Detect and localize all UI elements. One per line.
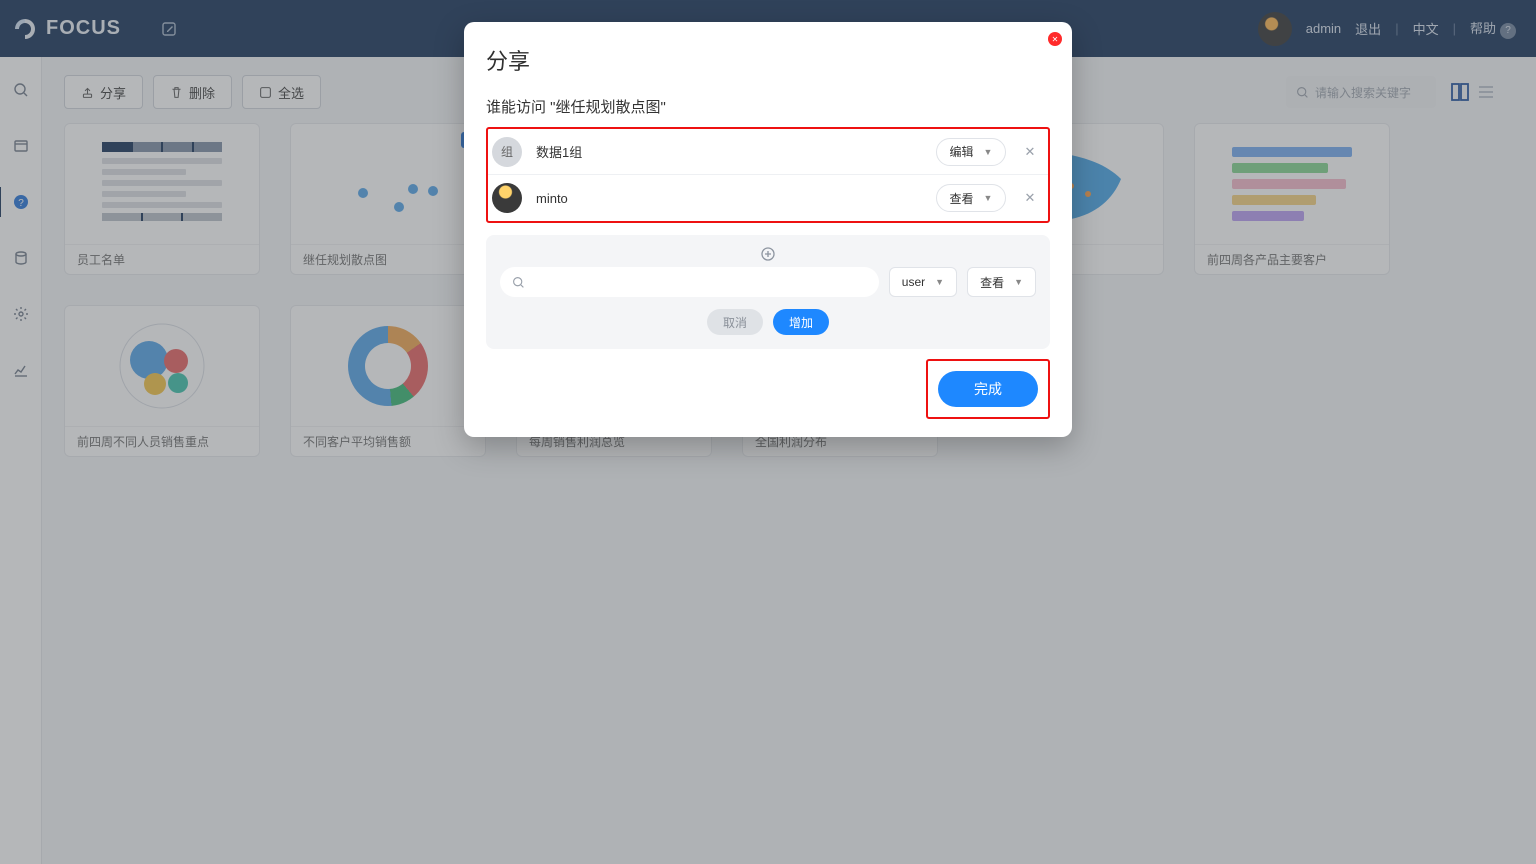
group-avatar-icon: 组 — [492, 137, 522, 167]
modal-title: 分享 — [486, 44, 1050, 76]
share-list-highlight: 组 数据1组 编辑▼ ✕ minto 查看▼ ✕ — [486, 127, 1050, 223]
remove-share-button[interactable]: ✕ — [1020, 144, 1040, 160]
chevron-down-icon: ▼ — [984, 147, 993, 157]
share-row: 组 数据1组 编辑▼ ✕ — [488, 129, 1048, 175]
chevron-down-icon: ▼ — [1014, 277, 1023, 287]
share-row-name: minto — [536, 191, 922, 206]
add-perm-select[interactable]: 查看▼ — [967, 267, 1036, 297]
permission-select[interactable]: 编辑▼ — [936, 138, 1006, 166]
share-row-name: 数据1组 — [536, 142, 922, 161]
add-type-select[interactable]: user▼ — [889, 267, 957, 297]
add-search-input[interactable] — [500, 267, 879, 297]
add-confirm-button[interactable]: 增加 — [773, 309, 829, 335]
add-share-panel: user▼ 查看▼ 取消 增加 — [486, 235, 1050, 349]
share-row: minto 查看▼ ✕ — [488, 175, 1048, 221]
permission-select[interactable]: 查看▼ — [936, 184, 1006, 212]
done-button[interactable]: 完成 — [938, 371, 1038, 407]
remove-share-button[interactable]: ✕ — [1020, 190, 1040, 206]
add-icon[interactable] — [500, 247, 1036, 261]
done-highlight: 完成 — [926, 359, 1050, 419]
add-cancel-button[interactable]: 取消 — [707, 309, 763, 335]
share-modal: ✕ 分享 谁能访问 "继任规划散点图" 组 数据1组 编辑▼ ✕ minto 查… — [464, 22, 1072, 437]
user-avatar-icon — [492, 183, 522, 213]
search-icon — [512, 276, 525, 289]
modal-close-button[interactable]: ✕ — [1048, 32, 1062, 46]
chevron-down-icon: ▼ — [935, 277, 944, 287]
modal-subtitle: 谁能访问 "继任规划散点图" — [486, 96, 1050, 117]
chevron-down-icon: ▼ — [984, 193, 993, 203]
